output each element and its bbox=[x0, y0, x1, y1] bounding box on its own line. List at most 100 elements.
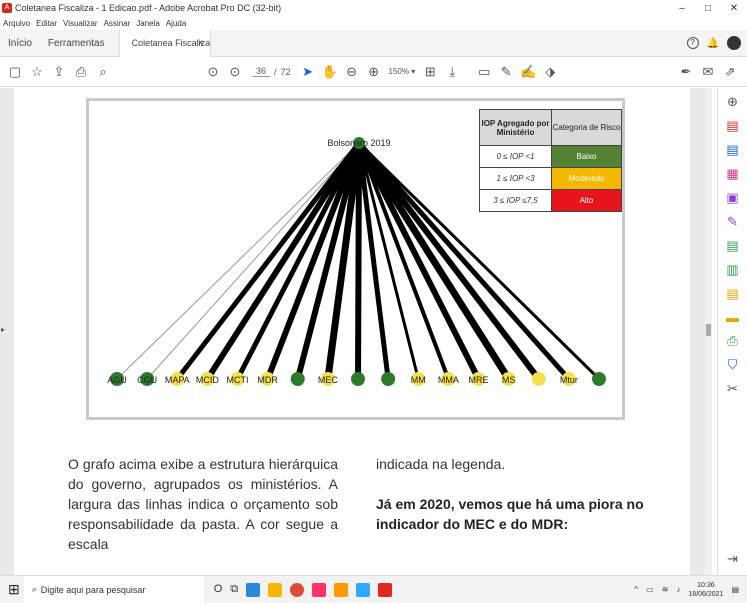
ministry-node bbox=[351, 372, 365, 386]
help-icon[interactable]: ? bbox=[686, 37, 699, 49]
bell-icon[interactable]: 🔔 bbox=[707, 38, 719, 49]
bookmark-star-icon[interactable]: ☆ bbox=[26, 64, 48, 80]
window-title: Coletanea Fiscaliza - 1 Edicao.pdf - Ado… bbox=[15, 3, 282, 13]
print-icon[interactable]: ⎙ bbox=[70, 64, 92, 80]
menu-editar[interactable]: Editar bbox=[36, 19, 57, 28]
legend-range-low: 0 ≤ IOP <1 bbox=[479, 145, 552, 168]
send-review-icon[interactable]: ▤ bbox=[726, 286, 738, 302]
next-page-icon[interactable]: ⊙ bbox=[224, 64, 246, 80]
menu-assinar[interactable]: Assinar bbox=[104, 19, 131, 28]
print-production-icon[interactable]: ⎙ bbox=[727, 333, 737, 349]
create-pdf-tool-icon[interactable]: ▤ bbox=[726, 142, 738, 158]
legend-range-high: 3 ≤ IOP ≤7,5 bbox=[479, 189, 552, 212]
stamp-icon[interactable]: ⬗ bbox=[539, 64, 561, 80]
close-button[interactable]: ✕ bbox=[721, 3, 747, 14]
ministry-node bbox=[290, 372, 305, 386]
ministry-node-label: MEC bbox=[318, 375, 339, 385]
cortana-icon[interactable]: O bbox=[214, 583, 223, 597]
file-explorer-icon[interactable] bbox=[268, 582, 283, 597]
avatar[interactable] bbox=[727, 36, 741, 50]
menu-ajuda[interactable]: Ajuda bbox=[166, 19, 186, 28]
taskbar-search[interactable]: ⌕ Digite aqui para pesquisar bbox=[23, 575, 204, 604]
fill-sign-icon[interactable]: ✎ bbox=[727, 214, 738, 230]
zoom-value: 150% bbox=[388, 67, 409, 76]
page-number-input[interactable]: 36 bbox=[252, 66, 270, 77]
tab-document[interactable]: Coletanea Fiscaliza ... × bbox=[118, 29, 211, 57]
compress-icon[interactable]: ▥ bbox=[726, 262, 738, 278]
minimize-button[interactable]: – bbox=[669, 3, 695, 14]
scrollbar-thumb[interactable] bbox=[706, 324, 711, 336]
acrobat-taskbar-icon[interactable] bbox=[378, 582, 393, 597]
ministry-node bbox=[531, 372, 546, 386]
illustrator-icon[interactable] bbox=[334, 582, 349, 597]
email-icon[interactable]: ✉ bbox=[697, 64, 719, 80]
combine-files-icon[interactable]: ▦ bbox=[726, 166, 738, 182]
edit-pdf-icon[interactable]: ▤ bbox=[726, 238, 738, 254]
search-icon: ⌕ bbox=[31, 584, 37, 594]
export-pdf-icon[interactable]: ▤ bbox=[726, 118, 738, 134]
indesign-icon[interactable] bbox=[312, 582, 327, 597]
photoshop-icon[interactable] bbox=[356, 582, 371, 597]
maximize-button[interactable]: □ bbox=[695, 3, 721, 14]
chrome-icon[interactable] bbox=[290, 582, 305, 597]
tab-home[interactable]: Início bbox=[0, 30, 40, 57]
wifi-icon[interactable]: ≋ bbox=[662, 585, 669, 594]
share-icon[interactable]: ⇗ bbox=[719, 64, 741, 80]
select-cursor-icon[interactable]: ➤ bbox=[297, 64, 319, 80]
acrobat-app-icon: A bbox=[2, 3, 12, 13]
upload-icon[interactable]: ⇪ bbox=[48, 64, 70, 80]
organize-pages-icon[interactable]: ▣ bbox=[726, 190, 738, 206]
more-tools-icon[interactable]: ✂ bbox=[727, 381, 738, 397]
ministry-node-label: CGU bbox=[137, 375, 157, 385]
comment-icon[interactable]: ▭ bbox=[473, 64, 495, 80]
clock[interactable]: 10:36 18/06/2021 bbox=[688, 581, 723, 599]
vertical-scrollbar[interactable] bbox=[705, 88, 712, 575]
zoom-in-icon[interactable]: ⊕ bbox=[363, 64, 385, 80]
tray-up-arrow-icon[interactable]: ^ bbox=[634, 585, 638, 594]
windows-start-icon[interactable]: ⊞ bbox=[8, 581, 20, 598]
zoom-select[interactable]: 150% ▾ bbox=[389, 67, 416, 76]
menu-arquivo[interactable]: Arquivo bbox=[3, 19, 30, 28]
legend-category-high: Alto bbox=[551, 189, 622, 212]
tab-bar: Início Ferramentas Coletanea Fiscaliza .… bbox=[0, 29, 747, 57]
battery-icon[interactable]: ▭ bbox=[646, 585, 654, 594]
create-pdf-icon[interactable]: ▢ bbox=[4, 64, 26, 80]
sign-icon[interactable]: ✒ bbox=[675, 64, 697, 80]
left-panel-toggle-icon[interactable]: ▸ bbox=[1, 325, 5, 334]
ministry-node-label: MAPA bbox=[165, 375, 190, 385]
ministry-node bbox=[592, 372, 606, 386]
menu-visualizar[interactable]: Visualizar bbox=[63, 19, 98, 28]
search-icon[interactable]: ⌕ bbox=[92, 64, 114, 80]
root-node-label: Bolsonaro 2019 bbox=[327, 138, 390, 148]
page-display-icon[interactable]: ⊞ bbox=[419, 64, 441, 80]
zoom-out-icon[interactable]: ⊖ bbox=[341, 64, 363, 80]
hand-tool-icon[interactable]: ✋ bbox=[319, 64, 341, 80]
zoom-search-icon[interactable]: ⊕ bbox=[727, 94, 738, 110]
legend-header-category: Categoria de Risco bbox=[551, 109, 622, 146]
taskbar-search-placeholder: Digite aqui para pesquisar bbox=[40, 584, 146, 595]
task-view-icon[interactable]: ⧉ bbox=[230, 583, 238, 597]
comment-tool-icon[interactable]: ▬ bbox=[726, 310, 739, 325]
ministry-node-label: AGU bbox=[107, 375, 127, 385]
page-total: 72 bbox=[280, 66, 291, 77]
document-view[interactable]: AGU CGU MAPA MCID MCTI MDR MEC MM MMA MRE MS Mtur Bo… bbox=[0, 88, 712, 575]
volume-icon[interactable]: ♪ bbox=[676, 585, 680, 594]
legend-category-low: Baixo bbox=[551, 145, 622, 168]
protect-icon[interactable]: ⛉ bbox=[728, 357, 738, 373]
tab-tools[interactable]: Ferramentas bbox=[40, 30, 113, 57]
scroll-mode-icon[interactable]: ⤓ bbox=[441, 64, 463, 80]
menu-janela[interactable]: Janela bbox=[136, 19, 160, 28]
draw-icon[interactable]: ✍ bbox=[517, 64, 539, 80]
ministry-node-label: MS bbox=[502, 375, 516, 385]
highlight-icon[interactable]: ✎ bbox=[495, 64, 517, 80]
ministry-node-label: MRE bbox=[469, 375, 489, 385]
legend-category-moderate: Moderado bbox=[551, 167, 622, 190]
collapse-pane-icon[interactable]: ⇥ bbox=[727, 551, 738, 567]
ministry-node bbox=[381, 372, 396, 386]
title-bar: A Coletanea Fiscaliza - 1 Edicao.pdf - A… bbox=[0, 0, 747, 16]
tab-close-icon[interactable]: × bbox=[198, 30, 204, 57]
notification-icon[interactable]: ▤ bbox=[731, 585, 739, 594]
prev-page-icon[interactable]: ⊙ bbox=[202, 64, 224, 80]
menu-bar: Arquivo Editar Visualizar Assinar Janela… bbox=[0, 16, 747, 30]
app-icon-1[interactable] bbox=[246, 582, 261, 597]
